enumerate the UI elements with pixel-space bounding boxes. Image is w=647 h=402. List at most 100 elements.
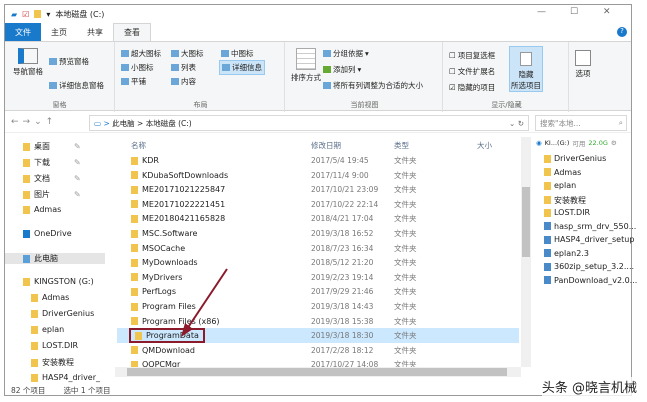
layout-content[interactable]: 内容 (171, 76, 196, 87)
address-bar[interactable]: ▭ > 此电脑 > 本地磁盘 (C:) ⌄ ↻ (89, 115, 529, 131)
breadcrumb-c-drive[interactable]: 本地磁盘 (C:) (146, 118, 192, 129)
horizontal-scrollbar[interactable] (115, 367, 521, 377)
search-input[interactable]: 搜索"本地... ⌕ (535, 115, 627, 131)
column-type[interactable]: 类型 (394, 140, 409, 151)
sidebar-item[interactable]: Admas (31, 293, 69, 302)
new-folder-icon[interactable] (34, 10, 42, 18)
refresh-icon[interactable]: ⌄ ↻ (509, 119, 524, 128)
group-by-button[interactable]: 分组依据 ▾ (323, 48, 369, 59)
usb-item[interactable]: HASP4_driver_setup (544, 235, 634, 244)
close-button[interactable]: ✕ (603, 7, 611, 17)
qat-dropdown-icon[interactable]: ▾ (46, 10, 50, 19)
tiles-icon (121, 78, 129, 85)
details-pane-button[interactable]: 详细信息窗格 (49, 80, 104, 91)
minimize-button[interactable]: — (537, 7, 546, 17)
drive-name: KI...(G:) (544, 139, 570, 147)
column-name[interactable]: 名称 (131, 140, 146, 151)
maximize-button[interactable]: ☐ (570, 7, 578, 17)
usb-item[interactable]: eplan2.3 (544, 249, 589, 258)
column-size[interactable]: 大小 (477, 140, 492, 151)
sidebar-item[interactable]: OneDrive (23, 229, 72, 238)
file-row[interactable]: MyDrivers 2019/2/23 19:14 文件夹 (117, 270, 519, 285)
sidebar-item[interactable]: 安装教程 (31, 357, 74, 368)
file-type: 文件夹 (394, 316, 417, 326)
layout-small[interactable]: 小图标 (121, 62, 154, 73)
h-scroll-thumb[interactable] (127, 368, 507, 376)
label: 中图标 (231, 49, 254, 58)
file-row[interactable]: ME20171022221451 2017/10/22 22:14 文件夹 (117, 197, 519, 212)
preview-pane-button[interactable]: 预览窗格 (49, 56, 89, 67)
scroll-thumb[interactable] (522, 187, 530, 257)
file-row[interactable]: MSC.Software 2019/3/18 16:52 文件夹 (117, 226, 519, 241)
fit-columns-button[interactable]: 将所有列调整为合适的大小 (323, 80, 423, 91)
usb-item-label: 360zip_setup_3.2.... (554, 262, 635, 271)
file-row[interactable]: PerfLogs 2017/9/29 21:46 文件夹 (117, 284, 519, 299)
sidebar-item[interactable]: eplan (31, 325, 64, 334)
file-icon (544, 222, 551, 230)
sidebar-item[interactable]: 图片 ✎ (23, 189, 81, 200)
file-row[interactable]: KDR 2017/5/4 19:45 文件夹 (117, 153, 519, 168)
gear-icon[interactable]: ⚙ (611, 139, 617, 147)
usb-item[interactable]: LOST.DIR (544, 208, 590, 217)
breadcrumb-this-pc[interactable]: 此电脑 (112, 118, 135, 129)
tab-home[interactable]: 主页 (41, 23, 77, 41)
file-row[interactable]: Program Files 2019/3/18 14:43 文件夹 (117, 299, 519, 314)
file-row[interactable]: MSOCache 2018/7/23 16:34 文件夹 (117, 241, 519, 256)
add-column-button[interactable]: 添加列 ▾ (323, 64, 361, 75)
file-row[interactable]: ME20171021225847 2017/10/21 23:09 文件夹 (117, 182, 519, 197)
sidebar-item[interactable]: 下载 ✎ (23, 157, 81, 168)
sidebar-label: OneDrive (34, 229, 72, 238)
file-extensions-toggle[interactable]: ☐ 文件扩展名 (449, 66, 495, 77)
usb-item[interactable]: DriverGenius (544, 154, 606, 163)
file-date: 2019/2/23 19:14 (311, 272, 374, 282)
sidebar-item[interactable]: 文档 ✎ (23, 173, 81, 184)
item-checkboxes-toggle[interactable]: ☐ 项目复选框 (449, 50, 495, 61)
hidden-items-toggle[interactable]: ☑ 隐藏的项目 (449, 82, 495, 93)
layout-list[interactable]: 列表 (171, 62, 196, 73)
sidebar-item[interactable]: LOST.DIR (31, 341, 78, 350)
usb-item-label: eplan (554, 181, 577, 190)
nav-pane-button[interactable]: 导航窗格 (13, 48, 43, 77)
tab-share[interactable]: 共享 (77, 23, 113, 41)
layout-medium[interactable]: 中图标 (221, 48, 254, 59)
file-row[interactable]: Program Files (x86) 2019/3/18 15:38 文件夹 (117, 314, 519, 329)
usb-item[interactable]: eplan (544, 181, 576, 190)
sidebar-item[interactable]: 桌面 ✎ (23, 141, 81, 152)
label: 超大图标 (131, 49, 161, 58)
file-date: 2018/4/21 17:04 (311, 214, 374, 224)
layout-large[interactable]: 大图标 (171, 48, 204, 59)
tab-view[interactable]: 查看 (113, 23, 151, 41)
sidebar-item[interactable]: 此电脑 (5, 253, 105, 264)
folder-icon (131, 258, 138, 267)
column-date[interactable]: 修改日期 (311, 140, 341, 151)
file-row[interactable]: KDubaSoftDownloads 2017/11/4 9:00 文件夹 (117, 168, 519, 183)
options-button[interactable]: 选项 (575, 50, 591, 79)
layout-details[interactable]: 详细信息 (219, 60, 265, 75)
file-row[interactable]: MyDownloads 2018/5/12 21:20 文件夹 (117, 255, 519, 270)
properties-icon[interactable]: ☑ (22, 10, 29, 19)
tab-file[interactable]: 文件 (5, 23, 41, 41)
sidebar-item[interactable]: HASP4_driver_ (31, 373, 100, 382)
hide-selected-button[interactable]: 隐藏 所选项目 (509, 46, 543, 92)
file-row[interactable]: ProgramData 2019/3/18 18:30 文件夹 (117, 328, 519, 344)
file-date: 2018/7/23 16:34 (311, 243, 374, 253)
nav-buttons[interactable]: ←→⌄↑ (11, 117, 57, 127)
folder-icon (131, 287, 138, 296)
sidebar-item[interactable]: DriverGenius (31, 309, 94, 318)
sidebar-item[interactable]: Admas (23, 205, 61, 214)
usb-item[interactable]: PanDownload_v2.0... (544, 276, 637, 285)
layout-extra-large[interactable]: 超大图标 (121, 48, 161, 59)
file-type: 文件夹 (394, 156, 417, 165)
layout-tiles[interactable]: 平铺 (121, 76, 146, 87)
free-space: 22.0G (588, 139, 608, 147)
usb-item[interactable]: 安装教程 (544, 195, 586, 206)
sort-by-button[interactable]: 排序方式 (291, 48, 321, 83)
file-row[interactable]: ME20180421165828 2018/4/21 17:04 文件夹 (117, 211, 519, 226)
panes-group: 导航窗格 预览窗格 详细信息窗格 窗格 (5, 42, 115, 112)
file-date: 2017/5/4 19:45 (311, 156, 369, 165)
usb-item[interactable]: 360zip_setup_3.2.... (544, 262, 634, 271)
usb-item[interactable]: Admas (544, 168, 581, 177)
usb-item[interactable]: hasp_srm_drv_550... (544, 222, 636, 231)
sidebar-item[interactable]: KINGSTON (G:) (23, 277, 94, 286)
file-row[interactable]: QMDownload 2017/2/28 18:12 文件夹 (117, 343, 519, 358)
